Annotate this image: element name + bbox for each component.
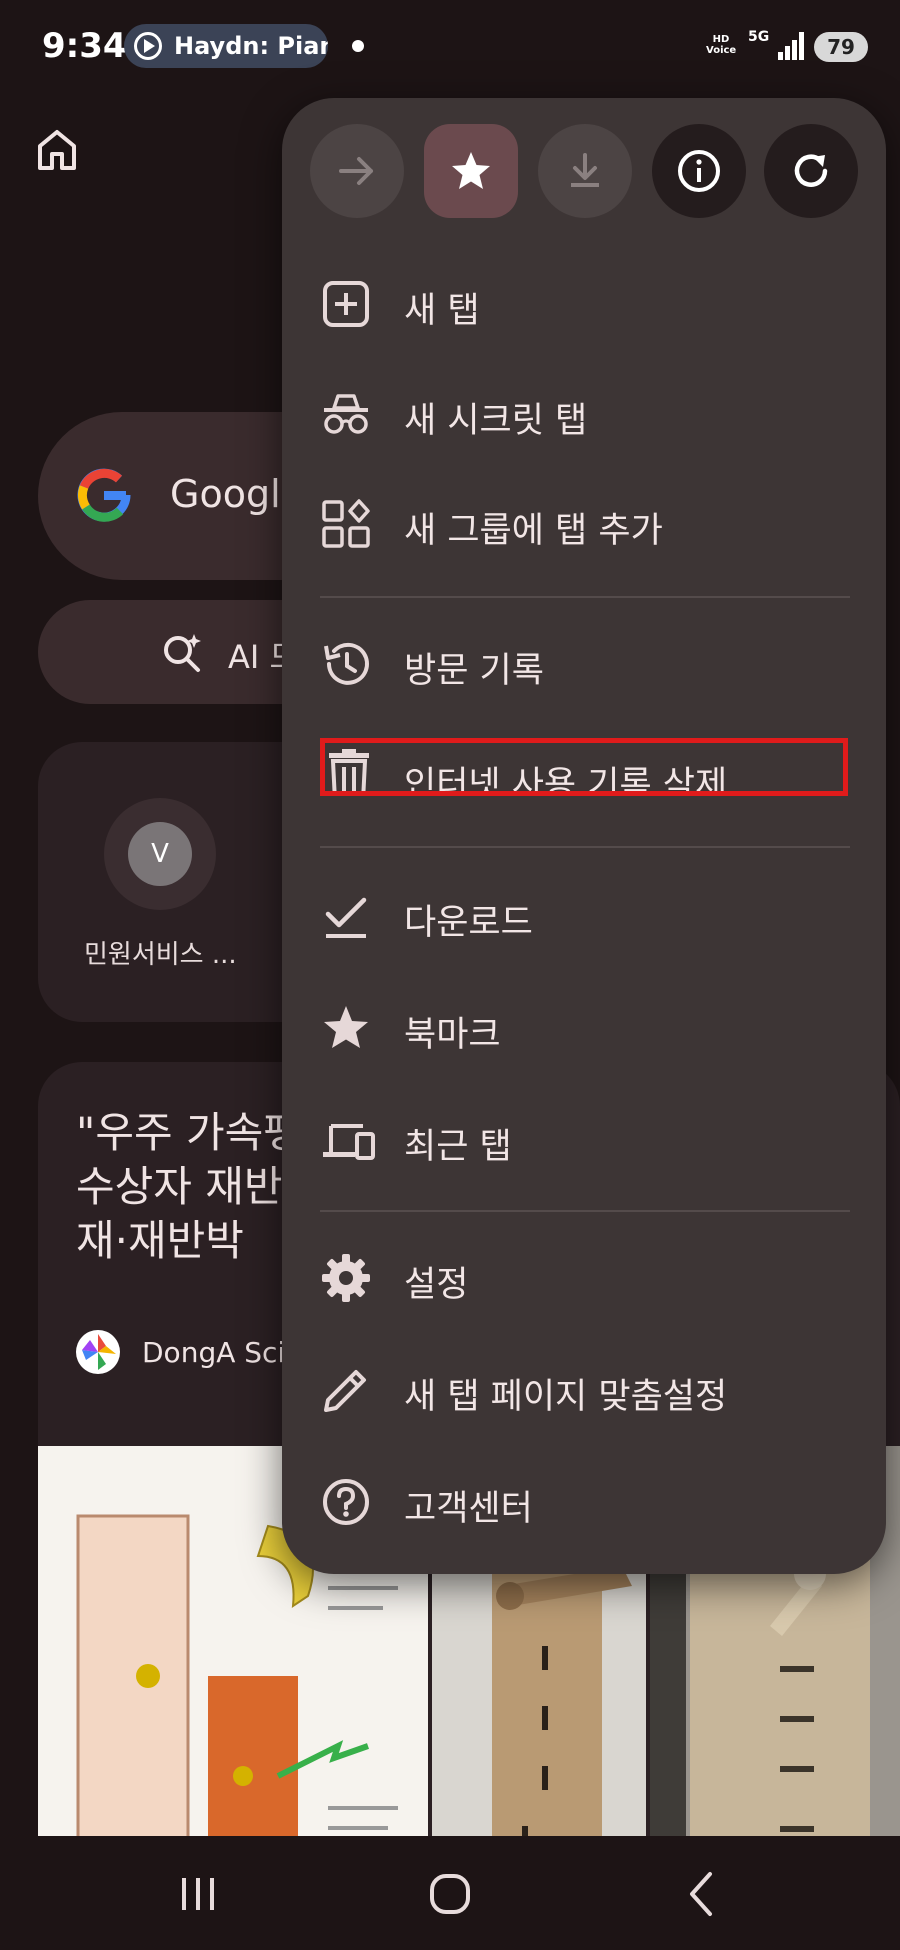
arrow-forward-icon [339, 157, 373, 185]
menu-item-label: 인터넷 사용 기록 삭제 [404, 765, 728, 796]
menu-item-label: 최근 탭 [404, 1127, 512, 1167]
download-button[interactable] [538, 124, 632, 218]
menu-item-label: 고객센터 [404, 1489, 533, 1529]
battery-indicator: 79 [814, 32, 868, 62]
help-icon [323, 1479, 369, 1525]
menu-item-bookmarks[interactable]: 북마크 [282, 978, 886, 1078]
tab-group-icon [322, 499, 370, 548]
refresh-icon [794, 154, 828, 187]
shortcut-avatar: V [128, 822, 192, 886]
star-icon [324, 1006, 368, 1048]
play-icon [134, 32, 162, 60]
media-chip[interactable]: Haydn: Piano [124, 24, 328, 68]
menu-item-history[interactable]: 방문 기록 [282, 614, 886, 714]
clear-browsing-data-highlight[interactable]: 인터넷 사용 기록 삭제 [320, 738, 848, 796]
download-done-icon [325, 897, 367, 938]
download-icon [571, 153, 599, 187]
news-source: DongA Scie [142, 1336, 303, 1369]
menu-item-label: 다운로드 [404, 903, 533, 943]
menu-item-settings[interactable]: 설정 [282, 1228, 886, 1328]
home-icon[interactable] [32, 124, 82, 174]
menu-divider [320, 596, 850, 598]
star-icon [452, 152, 490, 189]
overflow-menu: 새 탭 새 시크릿 탭 새 그룹에 탭 추가 방문 기록 인터넷 사용 기록 삭… [282, 98, 886, 1574]
menu-item-label: 북마크 [404, 1015, 501, 1055]
shortcut-tile[interactable]: V [104, 798, 216, 910]
google-logo-icon [76, 467, 132, 523]
status-time: 9:34 [42, 26, 127, 66]
home-button[interactable] [410, 1856, 490, 1932]
menu-item-new-tab[interactable]: 새 탭 [282, 254, 886, 354]
page-info-button[interactable] [652, 124, 746, 218]
menu-item-label: 새 그룹에 탭 추가 [404, 511, 663, 551]
media-title: Haydn: Piano [174, 32, 328, 60]
menu-item-recent-tabs[interactable]: 최근 탭 [282, 1090, 886, 1190]
gear-icon [322, 1254, 370, 1302]
trash-icon [329, 749, 369, 791]
devices-icon [323, 1124, 375, 1160]
incognito-icon [324, 394, 368, 434]
menu-item-label: 새 탭 페이지 맞춤설정 [404, 1377, 728, 1417]
recent-apps-button[interactable] [158, 1856, 238, 1932]
ai-search-icon [158, 628, 206, 676]
menu-item-label: 새 탭 [404, 291, 480, 331]
notification-dot-icon [352, 40, 364, 52]
info-icon [678, 150, 720, 192]
menu-item-label: 설정 [404, 1265, 469, 1305]
hd-voice-icon: HD Voice [706, 34, 737, 56]
menu-divider [320, 1210, 850, 1212]
refresh-button[interactable] [764, 124, 858, 218]
menu-item-new-incognito-tab[interactable]: 새 시크릿 탭 [282, 364, 886, 464]
network-type: 5G [748, 29, 770, 45]
back-button[interactable] [662, 1856, 742, 1932]
source-logo-icon [76, 1330, 120, 1374]
menu-item-add-to-group[interactable]: 새 그룹에 탭 추가 [282, 474, 886, 574]
menu-item-downloads[interactable]: 다운로드 [282, 866, 886, 966]
bookmark-button[interactable] [424, 124, 518, 218]
status-bar: 9:34 Haydn: Piano HDVoice 5G 79 [0, 0, 900, 96]
menu-item-customize-ntp[interactable]: 새 탭 페이지 맞춤설정 [282, 1340, 886, 1440]
pencil-icon [324, 1370, 366, 1412]
menu-item-label: 새 시크릿 탭 [404, 401, 588, 441]
forward-button[interactable] [310, 124, 404, 218]
menu-item-help[interactable]: 고객센터 [282, 1452, 886, 1552]
menu-item-label: 방문 기록 [404, 651, 544, 691]
history-icon [324, 642, 369, 685]
system-nav-bar [0, 1836, 900, 1950]
menu-divider [320, 846, 850, 848]
add-box-icon [323, 281, 369, 327]
signal-icon [778, 32, 808, 60]
shortcut-label: 민원서비스 ... [84, 940, 237, 970]
